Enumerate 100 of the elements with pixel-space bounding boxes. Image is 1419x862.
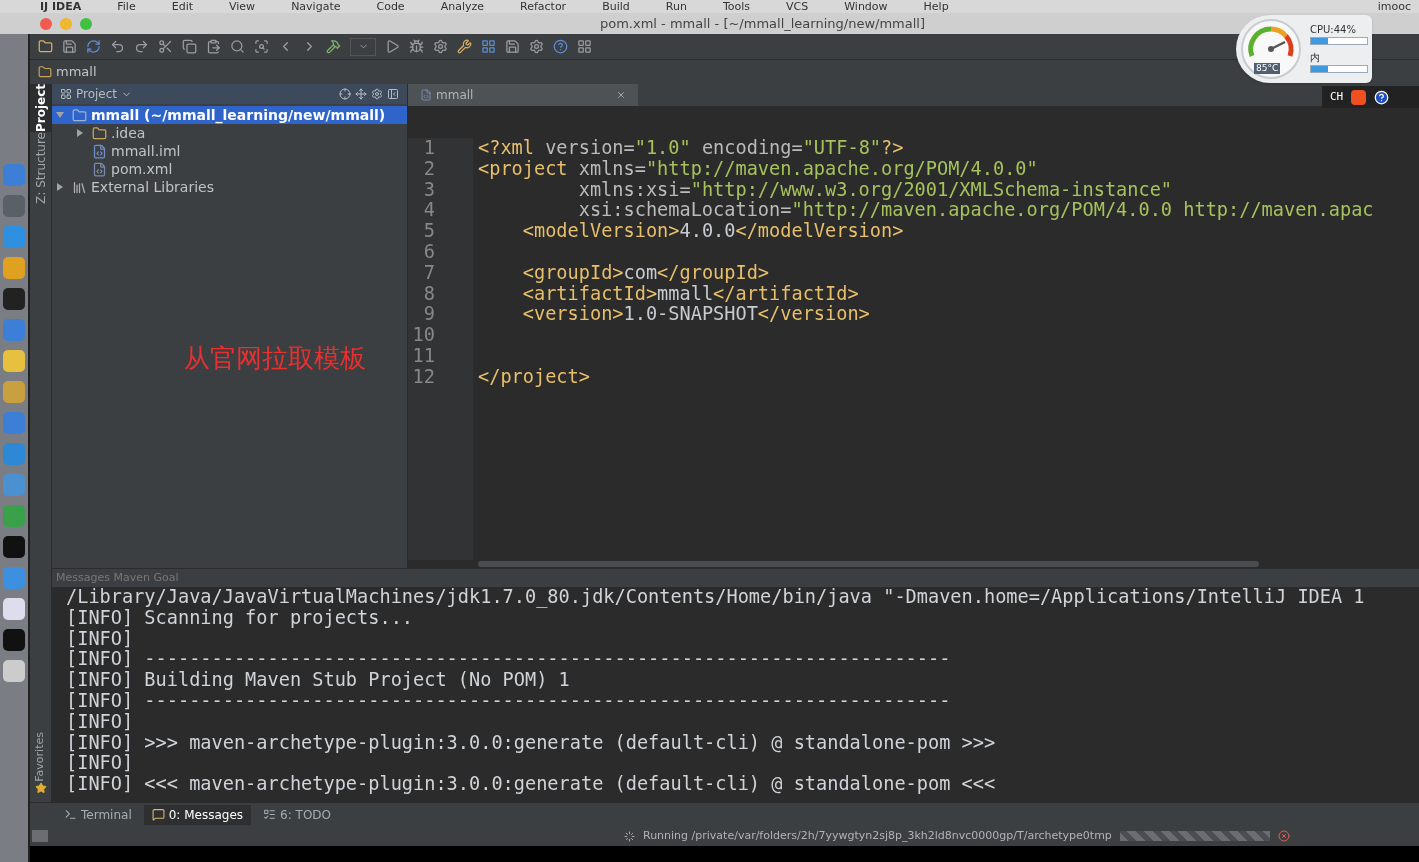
gauge-icon: [1240, 18, 1302, 80]
side-tab[interactable]: Favorites: [30, 732, 51, 782]
cancel-icon[interactable]: [1277, 830, 1290, 842]
tree-item[interactable]: mmall.iml: [72, 142, 407, 160]
dock-app-icon[interactable]: [3, 629, 25, 651]
line-number: 8: [422, 283, 435, 305]
console-line: [INFO]: [66, 628, 134, 650]
expand-arrow-icon[interactable]: [56, 111, 64, 119]
tree-item-label: .idea: [111, 124, 146, 143]
cpu-label: CPU:44%: [1310, 25, 1357, 35]
temperature-label: 85°C: [1254, 63, 1281, 75]
breadcrumb[interactable]: mmall: [56, 62, 97, 82]
window-title: pom.xml - mmall - [~/mmall_learning/new/mmall]: [600, 14, 925, 33]
copy-icon[interactable]: [182, 39, 197, 54]
code-line: <?xml version="1.0" encoding="UTF-8"?>: [478, 137, 904, 158]
dock-app-icon[interactable]: [3, 536, 25, 558]
ime-language[interactable]: CH: [1330, 88, 1344, 106]
menu-item[interactable]: File: [117, 1, 136, 12]
spinner-icon: [624, 830, 635, 842]
tree-item[interactable]: External Libraries: [52, 178, 407, 196]
menu-item[interactable]: Window: [844, 1, 888, 12]
redo-icon[interactable]: [134, 39, 149, 54]
tree-item[interactable]: pom.xml: [72, 160, 407, 178]
menu-item[interactable]: Code: [376, 1, 405, 12]
line-number: 9: [422, 304, 435, 326]
find-icon[interactable]: [254, 39, 269, 54]
tool-tab[interactable]: Terminal: [56, 804, 140, 825]
debug-icon[interactable]: [409, 39, 424, 54]
side-tab[interactable]: Z: Structure: [30, 132, 51, 204]
menu-item[interactable]: Help: [923, 1, 949, 12]
code-line: xsi:schemaLocation="http://maven.apache.org/POM/4.0.0 http://maven.apac: [578, 199, 1374, 221]
save-icon[interactable]: [62, 39, 77, 54]
console-line: [INFO] Building Maven Stub Project (No POM) 1: [66, 670, 570, 691]
tree-item[interactable]: .idea: [72, 124, 407, 142]
menu-item[interactable]: Run: [665, 1, 687, 12]
tool-tab[interactable]: 6: TODO: [255, 804, 339, 825]
input-method-icon[interactable]: [1351, 89, 1367, 105]
menu-item[interactable]: Tools: [722, 1, 750, 12]
undo-icon[interactable]: [110, 39, 125, 54]
code-line: <modelVersion>4.0.0</modelVersion>: [522, 220, 904, 242]
dock-app-icon[interactable]: [3, 288, 25, 310]
refresh-icon[interactable]: [86, 39, 101, 54]
line-number: 11: [411, 345, 435, 367]
menu-item[interactable]: Navigate: [291, 1, 341, 12]
editor-tab[interactable]: mmall: [408, 84, 638, 106]
gear-icon[interactable]: [433, 39, 448, 54]
module-folder-icon: [72, 107, 87, 123]
run-icon[interactable]: [385, 39, 400, 54]
console-line: [INFO] Scanning for projects...: [66, 607, 414, 629]
console-line: [INFO]: [66, 753, 134, 775]
menu-item[interactable]: Build: [602, 1, 630, 12]
build-icon[interactable]: [326, 39, 341, 54]
tree-item-label: mmall (~/mmall_learning/new/mmall): [91, 105, 386, 126]
wrench-icon[interactable]: [457, 39, 472, 54]
paste-icon[interactable]: [206, 39, 221, 54]
video-caption: 从官网拉取模板: [184, 342, 366, 375]
menu-item[interactable]: Refactor: [520, 1, 567, 12]
app-menu[interactable]: IJ IDEA: [40, 1, 82, 12]
menu-item[interactable]: VCS: [786, 1, 809, 12]
console-line: [INFO]: [66, 711, 134, 733]
close-window-button[interactable]: [40, 17, 52, 30]
grid-icon[interactable]: [481, 39, 496, 54]
windows-icon[interactable]: [577, 39, 592, 54]
code-line: <project xmlns="http://maven.apache.org/POM/4.0.0": [478, 157, 1038, 179]
side-tab[interactable]: Project: [30, 84, 51, 133]
tree-item[interactable]: mmall (~/mmall_learning/new/mmall): [52, 106, 407, 124]
expand-arrow-icon[interactable]: [56, 183, 64, 191]
todo-icon: [263, 808, 277, 821]
panel-toggle-icon[interactable]: [32, 830, 48, 842]
dock-app-icon[interactable]: [3, 598, 25, 620]
code-line: <version>1.0-SNAPSHOT</version>: [522, 303, 870, 325]
user-menu[interactable]: imooc: [1377, 1, 1411, 12]
hide-panel-icon[interactable]: [387, 88, 399, 100]
dock-app-icon[interactable]: [3, 350, 25, 372]
maven-file-icon: [420, 89, 432, 101]
menu-item[interactable]: Edit: [171, 1, 193, 12]
search-icon[interactable]: [230, 39, 245, 54]
console-line: [INFO] ------------------------------------------------------------------------: [66, 691, 951, 712]
menu-item[interactable]: Analyze: [440, 1, 484, 12]
memory-meter: [1310, 65, 1368, 73]
maven-file-icon: [92, 161, 107, 177]
console-line: /Library/Java/JavaVirtualMachines/jdk1.7.0_80.jdk/Contents/Home/bin/java "-Dmaven.home=/Applications/IntelliJ IDEA 1: [66, 587, 1365, 608]
messages-icon: [151, 808, 165, 821]
line-number: 7: [422, 262, 435, 284]
line-number: 6: [422, 242, 435, 263]
folder-icon[interactable]: [38, 39, 53, 54]
expand-arrow-icon[interactable]: [76, 129, 84, 137]
locate-icon[interactable]: [339, 88, 351, 100]
console-line: [INFO] <<< maven-archetype-plugin:3.0.0:generate (default-cli) @ standalone-pom <<<: [66, 774, 996, 795]
menu-item[interactable]: View: [229, 1, 256, 12]
memory-label: 内: [1310, 53, 1321, 63]
cut-icon[interactable]: [158, 39, 173, 54]
panel-title[interactable]: Project: [76, 85, 118, 103]
code-line: <artifactId>mmall</artifactId>: [522, 282, 859, 304]
line-number: 4: [422, 200, 435, 222]
close-icon[interactable]: [616, 90, 626, 100]
tool-tab[interactable]: 0: Messages: [143, 804, 252, 825]
module-file-icon: [92, 143, 107, 159]
dock-app-icon[interactable]: [3, 660, 25, 682]
settings-icon[interactable]: [371, 88, 383, 100]
